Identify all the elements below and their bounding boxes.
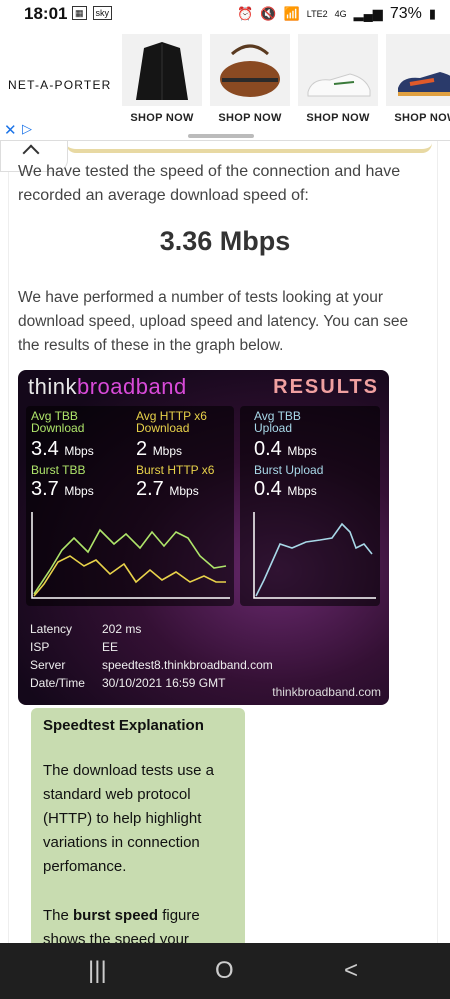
upload-line <box>255 522 373 597</box>
bag-image <box>210 34 290 106</box>
lte-label: LTE2 <box>306 9 328 19</box>
tbb-footer-link: thinkbroadband.com <box>272 685 381 699</box>
battery-icon: ▮ <box>428 6 436 21</box>
network-label: 4G <box>334 9 347 19</box>
ad-tile-bag[interactable]: SHOP NOW <box>210 34 290 134</box>
speedtest-results-graphic: thinkbroadband RESULTS Avg TBB Download … <box>18 370 389 705</box>
server-row: Server speedtest8.thinkbroadband.com <box>30 658 273 672</box>
results-heading: RESULTS <box>273 376 379 398</box>
ad-tile-white-sneaker[interactable]: SHOP NOW <box>298 34 378 134</box>
ad-close-icon[interactable]: ✕ <box>4 121 17 139</box>
ad-choices-icon[interactable]: ▷ <box>22 121 32 137</box>
mute-icon: 🔇 <box>260 6 277 21</box>
wifi-icon: 📶 <box>283 6 300 21</box>
avg-tbb-value: 3.4 Mbps <box>31 438 94 460</box>
isp-row: ISP EE <box>30 640 119 654</box>
back-button[interactable]: < <box>344 957 358 985</box>
status-bar: 18:01 ▦ sky ⏰ 🔇 📶 LTE2 4G ▂▄▆ 73% ▮ <box>0 0 450 28</box>
burst-tbb-value: 3.7 Mbps <box>31 478 94 500</box>
download-speed-value: 3.36 Mbps <box>159 226 291 256</box>
speedtest-explanation: Speedtest Explanation The download tests… <box>31 708 245 944</box>
notification-icon: ▦ <box>72 6 87 20</box>
body-text: We have performed a number of tests look… <box>18 289 409 354</box>
burst-http-label: Burst HTTP x6 <box>136 463 215 477</box>
burst-tbb-label: Burst TBB <box>31 463 86 477</box>
battery-label: 73% <box>389 5 422 22</box>
alarm-icon: ⏰ <box>237 6 254 21</box>
sky-sports-icon: sky <box>92 6 113 20</box>
ad-tile-colour-sneaker[interactable]: SHOP NOW <box>386 34 450 134</box>
jacket-image <box>122 34 202 106</box>
shop-now-link[interactable]: SHOP NOW <box>298 112 378 124</box>
burst-http-value: 2.7 Mbps <box>136 478 199 500</box>
avg-upload-value: 0.4 Mbps <box>254 438 317 460</box>
explanation-title: Speedtest Explanation <box>43 717 204 734</box>
avg-http-label: Avg HTTP x6 Download <box>136 409 207 435</box>
http-download-line <box>33 555 226 597</box>
ad-brand[interactable]: NET-A-PORTER <box>8 78 112 92</box>
explanation-paragraph-2: The burst speed figure shows the speed y… <box>43 907 200 944</box>
shop-now-link[interactable]: SHOP NOW <box>210 112 290 124</box>
chevron-up-icon <box>22 144 40 162</box>
ad-scroll-indicator <box>188 134 254 138</box>
shop-now-link[interactable]: SHOP NOW <box>122 112 202 124</box>
ad-banner[interactable]: NET-A-PORTER ✕ ▷ SHOP NOW SHOP NOW SHOP … <box>0 28 450 141</box>
system-nav-bar: ||| O < <box>0 943 450 999</box>
latency-row: Latency 202 ms <box>30 622 142 636</box>
home-button[interactable]: O <box>215 957 234 985</box>
sneaker-colour-image <box>386 34 450 106</box>
recent-apps-button[interactable]: ||| <box>88 957 107 985</box>
datetime-row: Date/Time 30/10/2021 16:59 GMT <box>30 676 226 690</box>
tbb-logo: thinkbroadband <box>28 374 187 399</box>
avg-upload-label: Avg TBB Upload <box>254 409 301 435</box>
tbb-download-line <box>33 528 227 595</box>
upload-graph <box>253 512 376 599</box>
avg-http-value: 2 Mbps <box>136 438 183 460</box>
avg-tbb-label: Avg TBB Download <box>31 409 85 435</box>
status-time: 18:01 <box>24 4 68 23</box>
intro-text: We have tested the speed of the connecti… <box>18 163 401 204</box>
download-graph <box>31 512 230 599</box>
system-icons: ⏰ 🔇 📶 LTE2 4G ▂▄▆ 73% ▮ <box>237 5 436 23</box>
ad-tile-jacket[interactable]: SHOP NOW <box>122 34 202 134</box>
signal-icon: ▂▄▆ <box>353 6 383 21</box>
burst-upload-value: 0.4 Mbps <box>254 478 317 500</box>
sneaker-white-image <box>298 34 378 106</box>
highlight-bar <box>66 141 432 153</box>
shop-now-link[interactable]: SHOP NOW <box>386 112 450 124</box>
explanation-paragraph-1: The download tests use a standard web pr… <box>43 762 214 875</box>
burst-upload-label: Burst Upload <box>254 463 324 477</box>
notification-icons: ▦ sky <box>72 6 113 20</box>
